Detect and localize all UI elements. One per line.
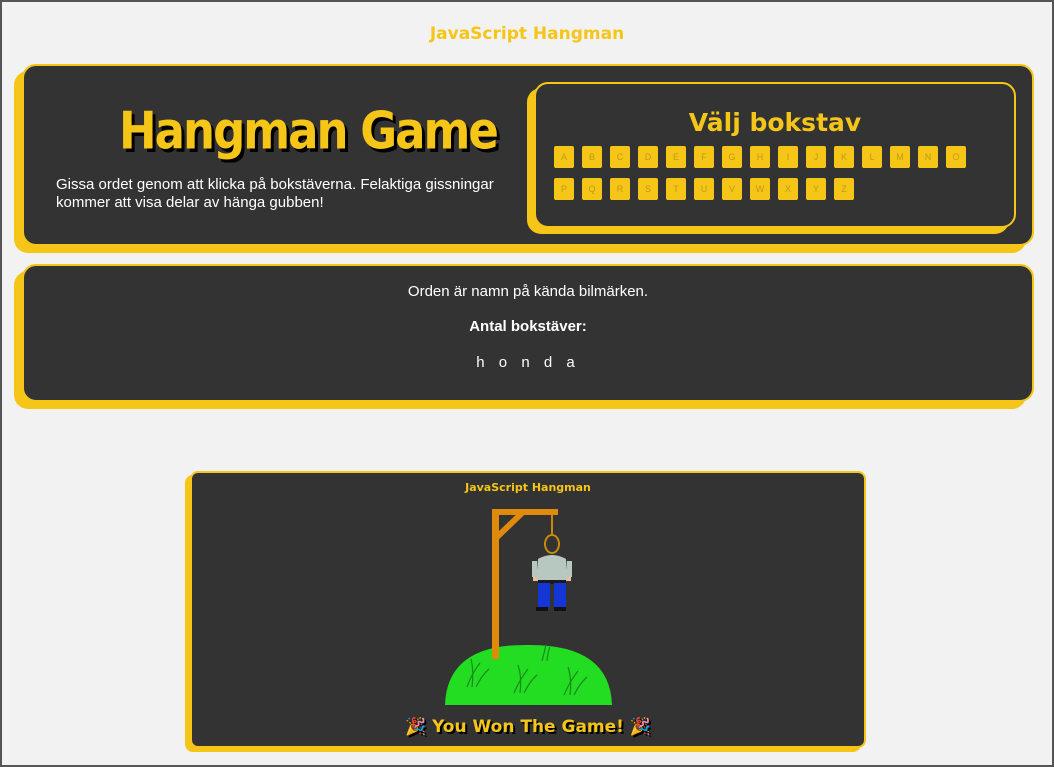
letter-button-q[interactable]: Q [582, 178, 602, 200]
letter-button-d[interactable]: D [638, 146, 658, 168]
guessed-word: h o n d a [476, 354, 580, 371]
letter-button-r[interactable]: R [610, 178, 630, 200]
letter-grid: A B C D E F G H I J K L M N O P Q R S T U V W X Y Z [554, 146, 994, 210]
letter-button-g[interactable]: G [722, 146, 742, 168]
letter-button-l[interactable]: L [862, 146, 882, 168]
left-leg [538, 583, 550, 607]
hangman-drawing [445, 509, 612, 705]
party-popper-icon: 🎉 [404, 717, 427, 737]
letter-button-h[interactable]: H [750, 146, 770, 168]
letter-button-o[interactable]: O [946, 146, 966, 168]
shirt [536, 555, 568, 581]
letter-button-i[interactable]: I [778, 146, 798, 168]
letter-button-e[interactable]: E [666, 146, 686, 168]
letter-button-p[interactable]: P [554, 178, 574, 200]
win-message: 🎉 You Won The Game! 🎉 [192, 717, 864, 737]
letter-button-v[interactable]: V [722, 178, 742, 200]
gallows-beam [492, 509, 558, 515]
letter-button-z[interactable]: Z [834, 178, 854, 200]
letter-button-n[interactable]: N [918, 146, 938, 168]
letter-button-x[interactable]: X [778, 178, 798, 200]
right-leg [554, 583, 566, 607]
letter-button-s[interactable]: S [638, 178, 658, 200]
intro-panel: Hangman Game Gissa ordet genom att klick… [22, 64, 1034, 246]
letter-button-y[interactable]: Y [806, 178, 826, 200]
letter-button-j[interactable]: J [806, 146, 826, 168]
letter-button-u[interactable]: U [694, 178, 714, 200]
letter-picker: Välj bokstav A B C D E F G H I J K L M N O P Q R S T U V W X Y Z [534, 82, 1016, 228]
game-title: Hangman Game [119, 100, 499, 161]
letter-button-k[interactable]: K [834, 146, 854, 168]
gallows-brace [492, 510, 525, 542]
category-hint: Orden är namn på kända bilmärken. [407, 283, 649, 300]
letter-button-f[interactable]: F [694, 146, 714, 168]
letter-button-w[interactable]: W [750, 178, 770, 200]
letter-button-a[interactable]: A [554, 146, 574, 168]
letter-count-label: Antal bokstäver: [469, 318, 587, 335]
letter-button-c[interactable]: C [610, 146, 630, 168]
hill [445, 644, 612, 705]
letter-button-m[interactable]: M [890, 146, 910, 168]
letter-picker-title: Välj bokstav [688, 108, 862, 137]
win-text: You Won The Game! [432, 717, 624, 737]
game-canvas: JavaScript Hangman 🎉 You Won The Game! � [190, 471, 866, 748]
letter-button-t[interactable]: T [666, 178, 686, 200]
gallows-post [492, 509, 499, 659]
noose [544, 534, 560, 554]
party-popper-icon: 🎉 [629, 717, 652, 737]
intro-text: Gissa ordet genom att klicka på bokstäve… [56, 176, 494, 211]
word-panel: Orden är namn på kända bilmärken. Antal … [22, 264, 1034, 402]
page-title: JavaScript Hangman [429, 24, 625, 44]
letter-button-b[interactable]: B [582, 146, 602, 168]
